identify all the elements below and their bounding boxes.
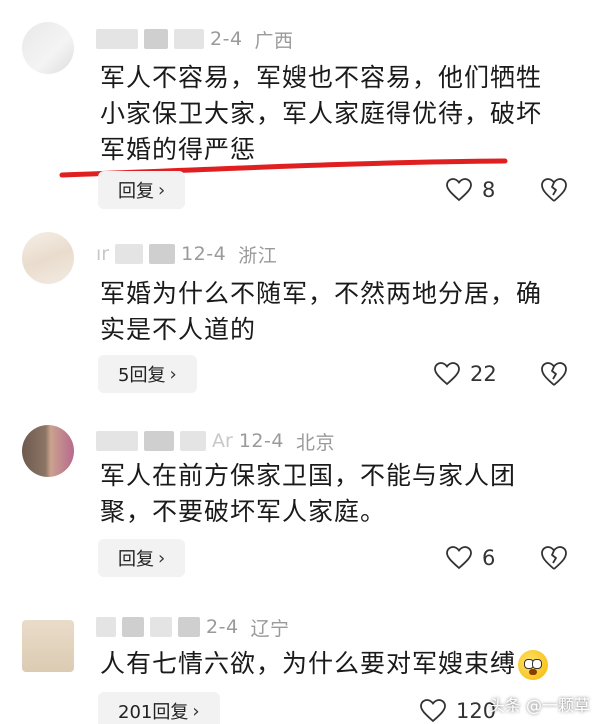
comment-line: 聚，不要破坏军人家庭。 xyxy=(100,497,387,526)
username-blur xyxy=(150,617,172,637)
like-button[interactable]: 6 xyxy=(446,539,495,577)
username-blur xyxy=(115,244,144,264)
reply-label: 201回复 xyxy=(118,702,189,723)
comment-region: 广西 xyxy=(254,29,294,52)
username-blur xyxy=(144,29,168,49)
like-count: 8 xyxy=(482,178,496,202)
comment-text: 军婚为什么不随军，不然两地分居，确 实是不人道的 xyxy=(100,276,570,348)
avatar[interactable] xyxy=(22,232,74,284)
avatar[interactable] xyxy=(22,22,74,74)
like-count: 22 xyxy=(470,362,497,386)
reply-label: 回复 xyxy=(118,549,154,570)
reply-button[interactable]: 回复 › xyxy=(98,171,186,209)
username-fragment: ır xyxy=(96,243,110,265)
chevron-right-icon: › xyxy=(158,179,166,201)
like-button[interactable]: 120 xyxy=(420,692,496,724)
avatar[interactable] xyxy=(22,620,74,672)
like-count: 6 xyxy=(482,546,496,570)
comment-line-text: 人有七情六欲，为什么要对军嫂束缚 xyxy=(100,649,517,678)
heart-outline-icon xyxy=(446,546,472,570)
watermark: 头条 @一颗草 xyxy=(488,696,590,715)
username-blur xyxy=(96,617,116,637)
comment-region: 浙江 xyxy=(238,244,278,267)
username-fragment: Ar xyxy=(212,430,233,452)
comment-date: 12-4 xyxy=(238,430,284,452)
comment-text: 人有七情六欲，为什么要对军嫂束缚 xyxy=(100,646,580,682)
comment-line: 军人在前方保家卫国，不能与家人团 xyxy=(100,461,517,490)
broken-heart-icon[interactable] xyxy=(540,544,568,572)
comment-region: 北京 xyxy=(295,431,335,454)
comment-text: 军人不容易，军嫂也不容易，他们牺牲 小家保卫大家，军人家庭得优待，破坏 军婚的得… xyxy=(100,60,570,168)
comment-date: 2-4 xyxy=(210,28,243,50)
shocked-emoji-icon xyxy=(518,650,549,680)
chevron-right-icon: › xyxy=(169,363,177,385)
reply-button[interactable]: 回复 › xyxy=(98,539,186,577)
avatar[interactable] xyxy=(22,425,74,477)
comment-meta: 2-4 广西 xyxy=(96,26,294,52)
reply-button[interactable]: 201回复 › xyxy=(98,692,220,724)
comment-line: 人有七情六欲，为什么要对军嫂束缚 xyxy=(100,646,580,682)
chevron-right-icon: › xyxy=(192,700,200,722)
comment-text: 军人在前方保家卫国，不能与家人团 聚，不要破坏军人家庭。 xyxy=(100,458,570,530)
username-blur xyxy=(180,431,206,451)
comment-line: 军婚为什么不随军，不然两地分居，确 xyxy=(100,279,543,308)
username-blur xyxy=(144,431,174,451)
comment-date: 2-4 xyxy=(206,616,239,638)
username-blur xyxy=(174,29,204,49)
heart-outline-icon xyxy=(446,178,472,202)
heart-outline-icon xyxy=(420,699,446,723)
broken-heart-icon[interactable] xyxy=(540,176,568,204)
like-button[interactable]: 22 xyxy=(434,355,497,393)
reply-label: 5回复 xyxy=(118,365,166,386)
chevron-right-icon: › xyxy=(158,547,166,569)
comment-meta: ır 12-4 浙江 xyxy=(96,241,277,267)
reply-label: 回复 xyxy=(118,181,154,202)
reply-button[interactable]: 5回复 › xyxy=(98,355,197,393)
username-blur xyxy=(96,431,138,451)
username-blur xyxy=(122,617,144,637)
comment-region: 辽宁 xyxy=(250,617,290,640)
broken-heart-icon[interactable] xyxy=(540,360,568,388)
username-blur xyxy=(96,29,138,49)
like-button[interactable]: 8 xyxy=(446,171,495,209)
username-blur xyxy=(178,617,200,637)
username-blur xyxy=(149,244,176,264)
heart-outline-icon xyxy=(434,362,460,386)
comment-meta: 2-4 辽宁 xyxy=(96,614,290,640)
comment-line: 小家保卫大家，军人家庭得优待，破坏 xyxy=(100,99,543,128)
comment-date: 12-4 xyxy=(181,243,227,265)
comment-meta: Ar 12-4 北京 xyxy=(96,428,335,454)
comment-line: 军人不容易，军嫂也不容易，他们牺牲 xyxy=(100,63,543,92)
comment-line: 实是不人道的 xyxy=(100,315,257,344)
comment-line: 军婚的得严惩 xyxy=(100,135,257,164)
